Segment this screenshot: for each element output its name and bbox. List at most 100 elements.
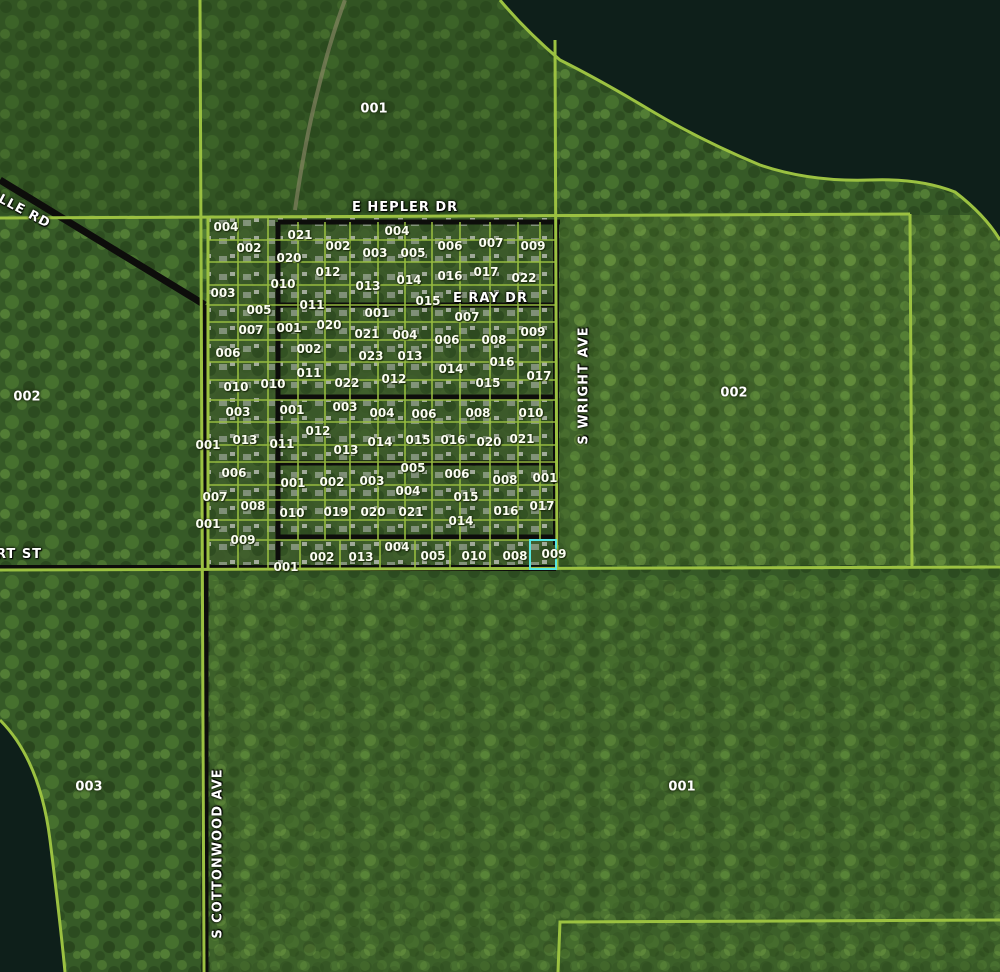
- street-label-ray: E RAY DR: [453, 291, 528, 306]
- street-label-wright: S WRIGHT AVE: [576, 326, 592, 445]
- lot-label[interactable]: 002: [319, 476, 344, 488]
- lot-label[interactable]: 016: [493, 505, 518, 517]
- street-label-hepler: E HEPLER DR: [352, 200, 459, 215]
- lot-label[interactable]: 006: [437, 240, 462, 252]
- lot-label[interactable]: 011: [269, 438, 294, 450]
- parcel-label[interactable]: 001: [360, 103, 387, 116]
- lot-label[interactable]: 012: [305, 425, 330, 437]
- lot-label[interactable]: 009: [520, 326, 545, 338]
- parcel-label[interactable]: 002: [720, 387, 747, 400]
- lot-label[interactable]: 020: [360, 506, 385, 518]
- lot-label[interactable]: 015: [415, 295, 440, 307]
- lot-label[interactable]: 010: [461, 550, 486, 562]
- lot-label[interactable]: 008: [492, 474, 517, 486]
- lot-label[interactable]: 005: [420, 550, 445, 562]
- lot-label[interactable]: 019: [323, 506, 348, 518]
- lot-label[interactable]: 021: [398, 506, 423, 518]
- lot-label[interactable]: 009: [520, 240, 545, 252]
- street-label-cottonwood: S COTTONWOOD AVE: [210, 768, 226, 939]
- lot-label[interactable]: 013: [333, 444, 358, 456]
- lot-label[interactable]: 001: [280, 477, 305, 489]
- lot-label[interactable]: 003: [332, 401, 357, 413]
- lot-label[interactable]: 001: [195, 439, 220, 451]
- lot-label[interactable]: 020: [276, 252, 301, 264]
- lot-label[interactable]: 010: [270, 278, 295, 290]
- lot-label[interactable]: 001: [273, 561, 298, 573]
- lot-label[interactable]: 020: [476, 436, 501, 448]
- lot-label[interactable]: 004: [384, 541, 409, 553]
- lot-label[interactable]: 017: [473, 266, 498, 278]
- parcel-map[interactable]: E HEPLER DR E RAY DR S WRIGHT AVE S COTT…: [0, 0, 1000, 972]
- lot-label[interactable]: 015: [475, 377, 500, 389]
- lot-label[interactable]: 008: [481, 334, 506, 346]
- lot-label[interactable]: 007: [478, 237, 503, 249]
- lot-label[interactable]: 017: [529, 500, 554, 512]
- lot-label[interactable]: 005: [400, 247, 425, 259]
- lot-label[interactable]: 003: [362, 247, 387, 259]
- lot-label[interactable]: 010: [223, 381, 248, 393]
- lot-label[interactable]: 012: [381, 373, 406, 385]
- lot-label[interactable]: 002: [296, 343, 321, 355]
- lot-label[interactable]: 014: [438, 363, 463, 375]
- lot-label[interactable]: 001: [279, 404, 304, 416]
- lot-label[interactable]: 010: [518, 407, 543, 419]
- lot-label[interactable]: 004: [369, 407, 394, 419]
- lot-label[interactable]: 015: [405, 434, 430, 446]
- lot-label[interactable]: 016: [440, 434, 465, 446]
- lot-label[interactable]: 016: [489, 356, 514, 368]
- lot-label[interactable]: 022: [334, 377, 359, 389]
- lot-label[interactable]: 011: [299, 299, 324, 311]
- lot-label[interactable]: 020: [316, 319, 341, 331]
- lot-label[interactable]: 006: [434, 334, 459, 346]
- lot-label[interactable]: 006: [215, 347, 240, 359]
- lot-label[interactable]: 001: [195, 518, 220, 530]
- lot-label[interactable]: 017: [526, 370, 551, 382]
- lot-label[interactable]: 014: [396, 274, 421, 286]
- lot-label[interactable]: 003: [225, 406, 250, 418]
- lot-label[interactable]: 004: [395, 485, 420, 497]
- lot-label[interactable]: 022: [511, 272, 536, 284]
- lot-label[interactable]: 006: [411, 408, 436, 420]
- lot-label[interactable]: 007: [238, 324, 263, 336]
- parcel-label[interactable]: 002: [13, 391, 40, 404]
- lot-label[interactable]: 001: [364, 307, 389, 319]
- lot-label[interactable]: 013: [397, 350, 422, 362]
- lot-label[interactable]: 008: [465, 407, 490, 419]
- lot-label[interactable]: 013: [355, 280, 380, 292]
- lot-label[interactable]: 023: [358, 350, 383, 362]
- lot-label[interactable]: 005: [246, 304, 271, 316]
- lot-label[interactable]: 016: [437, 270, 462, 282]
- lot-label[interactable]: 008: [502, 550, 527, 562]
- lot-label[interactable]: 009: [230, 534, 255, 546]
- parcel-label[interactable]: 001: [668, 781, 695, 794]
- lot-label[interactable]: 021: [287, 229, 312, 241]
- lot-label[interactable]: 002: [236, 242, 261, 254]
- lot-label[interactable]: 002: [325, 240, 350, 252]
- lot-label[interactable]: 015: [453, 491, 478, 503]
- lot-label[interactable]: 013: [348, 551, 373, 563]
- lot-label[interactable]: 005: [400, 462, 425, 474]
- lot-label[interactable]: 006: [444, 468, 469, 480]
- lot-label[interactable]: 010: [260, 378, 285, 390]
- lot-label[interactable]: 004: [392, 329, 417, 341]
- lot-label[interactable]: 010: [279, 507, 304, 519]
- lot-label[interactable]: 021: [354, 328, 379, 340]
- lot-label[interactable]: 014: [448, 515, 473, 527]
- lot-label[interactable]: 008: [240, 500, 265, 512]
- lot-label[interactable]: 011: [296, 367, 321, 379]
- lot-label[interactable]: 007: [454, 311, 479, 323]
- lot-label[interactable]: 014: [367, 436, 392, 448]
- lot-label[interactable]: 012: [315, 266, 340, 278]
- lot-label[interactable]: 013: [232, 434, 257, 446]
- lot-label[interactable]: 001: [532, 472, 557, 484]
- lot-label[interactable]: 007: [202, 491, 227, 503]
- lot-label[interactable]: 004: [213, 221, 238, 233]
- lot-label[interactable]: 006: [221, 467, 246, 479]
- lot-label[interactable]: 004: [384, 225, 409, 237]
- lot-label[interactable]: 003: [359, 475, 384, 487]
- lot-label-selected[interactable]: 009: [541, 548, 566, 560]
- lot-label[interactable]: 002: [309, 551, 334, 563]
- lot-label[interactable]: 003: [210, 287, 235, 299]
- parcel-label[interactable]: 003: [75, 781, 102, 794]
- lot-label[interactable]: 021: [509, 433, 534, 445]
